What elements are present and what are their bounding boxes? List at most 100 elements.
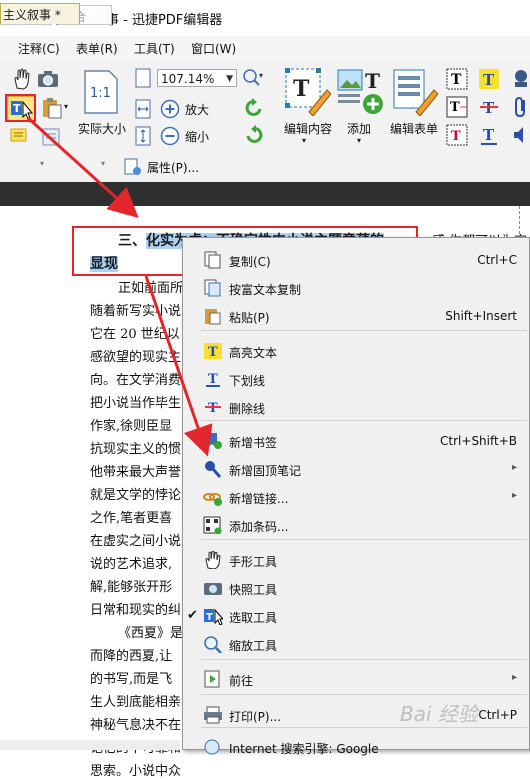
context-menu-item-label: 缩放工具 — [229, 639, 278, 653]
context-menu-item-label: 快照工具 — [229, 583, 278, 597]
actual-size-icon[interactable]: 1:1 — [83, 70, 119, 114]
zoom-out-label[interactable]: 缩小 — [185, 128, 209, 145]
context-menu-item[interactable]: 缩放工具 — [183, 632, 529, 656]
svg-text:T: T — [451, 129, 461, 144]
context-menu-item[interactable]: 快照工具 — [183, 576, 529, 600]
print-icon — [203, 706, 223, 724]
zoom-in-icon[interactable] — [160, 99, 180, 119]
actual-size-label[interactable]: 实际大小 — [78, 120, 126, 137]
edit-content-icon[interactable]: T — [285, 68, 332, 117]
zoom-out-icon[interactable] — [160, 126, 180, 146]
note-icon[interactable] — [9, 127, 29, 145]
new-tab-button[interactable]: + — [82, 4, 100, 22]
svg-text:T: T — [208, 401, 218, 416]
zoom-level-select[interactable]: 107.14% ▼ — [157, 69, 237, 87]
body-text-line: 他带来最大声誉 — [90, 465, 182, 480]
document-tab-strip — [0, 182, 530, 206]
zoom-tool-icon — [203, 635, 223, 654]
context-menu-item[interactable]: 粘贴(P) Shift+Insert — [183, 304, 529, 328]
menu-window[interactable]: 窗口(W) — [191, 40, 236, 57]
annotation-box-select-tool — [5, 94, 36, 122]
shortcut-label: Ctrl+C — [477, 253, 517, 267]
snapshot-camera-icon[interactable] — [37, 70, 59, 88]
context-menu-item[interactable]: 复制(C) Ctrl+C — [183, 248, 529, 272]
menu-separator — [201, 694, 527, 695]
paste-dropdown-icon[interactable]: ▾ — [64, 102, 68, 111]
rich-copy-icon — [203, 279, 223, 297]
svg-text:T: T — [208, 372, 218, 387]
body-text-line: 神秘气息决不在 — [90, 718, 182, 733]
highlight-text-icon[interactable]: T — [478, 68, 500, 90]
menu-form[interactable]: 表单(R) — [76, 40, 118, 57]
context-menu-item[interactable]: T 下划线 — [183, 367, 529, 391]
body-text-line: 就是文学的悖论 — [90, 488, 182, 503]
stamp-icon[interactable] — [512, 68, 530, 90]
menu-tools[interactable]: 工具(T) — [134, 40, 175, 57]
shortcut-label: Ctrl+P — [478, 708, 517, 722]
context-menu-item-label: Internet 搜索引擎: Google — [229, 742, 379, 756]
add-dropdown-icon[interactable]: ▾ — [357, 136, 361, 145]
context-menu-item[interactable]: 手形工具 — [183, 548, 529, 572]
body-text-line: 生人到底能相亲 — [90, 695, 182, 710]
svg-text:T: T — [293, 76, 310, 102]
status-bar — [0, 740, 180, 750]
context-menu-item[interactable]: 按富文本复制 — [183, 276, 529, 300]
context-menu-item-label: 高亮文本 — [229, 346, 278, 360]
body-text-line: 解,能够张开形 — [90, 580, 173, 595]
context-menu-item[interactable]: T 删除线 — [183, 395, 529, 419]
fit-visible-icon[interactable] — [133, 126, 153, 146]
context-menu-item[interactable]: ✔ T 选取工具 — [183, 604, 529, 628]
rotate-left-icon[interactable] — [243, 97, 265, 119]
svg-text:T: T — [365, 69, 380, 93]
submenu-arrow-icon: ▸ — [511, 462, 517, 473]
properties-label[interactable]: 属性(P)... — [147, 159, 199, 176]
context-menu-item[interactable]: 新增书签 Ctrl+Shift+B — [183, 429, 529, 453]
menu-separator — [201, 659, 527, 660]
text-box-icon[interactable]: T — [446, 68, 468, 90]
fit-width-icon[interactable] — [133, 99, 153, 119]
context-menu-item[interactable]: 新增链接... ▸ — [183, 485, 529, 509]
context-menu-item[interactable]: 前往 ▸ — [183, 667, 529, 691]
typewriter-icon[interactable]: T — [446, 124, 468, 146]
magnifier-icon[interactable]: ▾ — [242, 68, 266, 88]
bookmark-add-icon — [203, 432, 223, 450]
properties-icon[interactable] — [123, 157, 143, 177]
body-text-line: 日常和现实的纠 — [90, 603, 182, 618]
fit-page-icon[interactable] — [133, 68, 153, 88]
callout-icon[interactable]: T — [446, 96, 468, 118]
body-text-line: 之作,笔者更喜 — [90, 511, 173, 526]
sound-icon[interactable] — [512, 124, 530, 146]
svg-text:T: T — [451, 72, 462, 88]
zoom-in-label[interactable]: 放大 — [185, 101, 209, 118]
edit-content-dropdown-icon[interactable]: ▾ — [302, 136, 306, 145]
edit-content-label[interactable]: 编辑内容 — [284, 120, 332, 137]
context-menu-item[interactable]: T 高亮文本 — [183, 339, 529, 363]
attach-icon[interactable] — [41, 127, 63, 147]
paperclip-icon[interactable] — [512, 96, 530, 118]
add-content-icon[interactable]: T — [337, 68, 385, 116]
context-menu-item[interactable]: Internet 搜索引擎: Google — [183, 735, 529, 759]
svg-text:1:1: 1:1 — [90, 86, 111, 101]
rotate-right-icon[interactable] — [243, 124, 265, 146]
menu-separator — [201, 420, 527, 421]
context-menu-item[interactable]: 添加条码... — [183, 513, 529, 537]
hand-tool-icon[interactable] — [12, 68, 32, 90]
copy-icon — [203, 251, 223, 269]
svg-text:T: T — [208, 345, 218, 360]
body-text-line: 说的艺术追求, — [90, 557, 173, 572]
submenu-arrow-icon: ▸ — [511, 490, 517, 501]
context-menu-item-label: 新增固顶笔记 — [229, 464, 302, 478]
body-text-line: 在虚实之间小说 — [90, 534, 182, 549]
strikethrough-tool-icon[interactable]: T — [478, 96, 500, 118]
edit-form-label[interactable]: 编辑表单 — [390, 120, 438, 137]
add-label[interactable]: 添加 — [347, 120, 371, 137]
edit-form-icon[interactable] — [392, 68, 439, 117]
underline-tool-icon[interactable]: T — [478, 124, 500, 146]
body-text-line: 感欲望的现实主 — [90, 350, 182, 365]
menu-separator — [201, 330, 527, 331]
document-tab[interactable]: 主义叙事 * — [0, 3, 80, 24]
context-menu-item[interactable]: 新增固顶笔记 ▸ — [183, 457, 529, 481]
menu-annotate[interactable]: 注释(C) — [18, 40, 60, 57]
paste-icon[interactable] — [41, 97, 63, 119]
body-text-line: 向。在文学消费 — [90, 373, 182, 388]
